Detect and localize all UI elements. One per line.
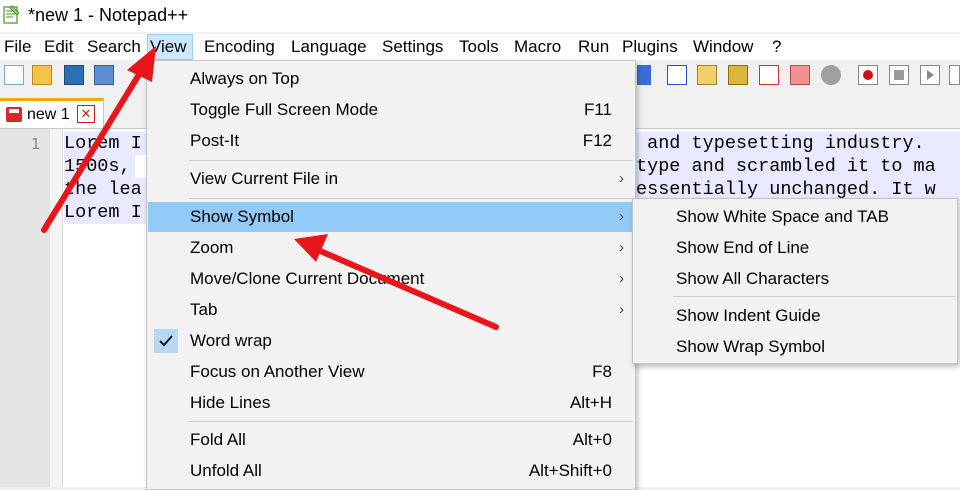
code-line-fragment: type and scrambled it to ma — [636, 155, 960, 178]
menu-item-label: Post-It — [190, 131, 240, 150]
new-file-icon[interactable] — [4, 65, 24, 85]
code-line-fragment: and typesetting industry. — [636, 132, 960, 155]
submenu-item-show-white-space[interactable]: Show White Space and TAB — [634, 202, 956, 232]
menu-item-shortcut: F12 — [582, 131, 612, 150]
menu-item-label: Focus on Another View — [190, 362, 365, 381]
menu-separator — [189, 160, 633, 161]
menu-view[interactable]: View — [147, 34, 193, 60]
tab-label: new 1 — [27, 106, 70, 123]
menu-item-word-wrap[interactable]: Word wrap — [148, 326, 634, 356]
menu-help[interactable]: ? — [770, 34, 783, 60]
menu-item-move-clone-document[interactable]: Move/Clone Current Document › — [148, 264, 634, 294]
close-tab-icon[interactable]: ✕ — [77, 105, 95, 123]
tab-new-1[interactable]: new 1 ✕ — [0, 98, 104, 128]
folder-workspace-icon[interactable] — [790, 65, 810, 85]
menu-item-zoom[interactable]: Zoom › — [148, 233, 634, 263]
menu-item-focus-another-view[interactable]: Focus on Another View F8 — [148, 357, 634, 387]
menu-item-view-current-file-in[interactable]: View Current File in › — [148, 164, 634, 194]
menu-macro[interactable]: Macro — [512, 34, 563, 60]
menu-language[interactable]: Language — [289, 34, 369, 60]
submenu-item-label: Show White Space and TAB — [676, 207, 889, 226]
menu-plugins[interactable]: Plugins — [620, 34, 680, 60]
stop-macro-icon[interactable] — [889, 65, 909, 85]
menu-item-label: Zoom — [190, 238, 234, 257]
menu-edit[interactable]: Edit — [42, 34, 75, 60]
menu-item-always-on-top[interactable]: Always on Top — [148, 64, 634, 94]
submenu-item-show-end-of-line[interactable]: Show End of Line — [634, 233, 956, 263]
code-line: 1500s, — [64, 155, 135, 178]
word-wrap-icon[interactable] — [637, 65, 651, 85]
submenu-arrow-icon: › — [619, 170, 624, 187]
menu-window[interactable]: Window — [691, 34, 755, 60]
submenu-arrow-icon: › — [619, 239, 624, 256]
indent-guide-icon[interactable] — [667, 65, 687, 85]
menu-item-shortcut: Alt+0 — [572, 430, 612, 449]
menu-item-unfold-all[interactable]: Unfold All Alt+Shift+0 — [148, 456, 634, 486]
run-macro-multiple-icon[interactable] — [949, 65, 960, 85]
menu-item-label: Show Symbol — [190, 207, 294, 226]
menu-bar: File Edit Search View Encoding Language … — [0, 34, 960, 60]
submenu-item-label: Show Indent Guide — [676, 306, 821, 325]
menu-settings[interactable]: Settings — [380, 34, 445, 60]
submenu-item-label: Show All Characters — [676, 269, 830, 288]
window-title: *new 1 - Notepad++ — [28, 5, 189, 25]
menu-separator — [673, 296, 955, 297]
menu-item-label: Toggle Full Screen Mode — [190, 100, 379, 119]
open-folder-icon[interactable] — [32, 65, 52, 85]
submenu-arrow-icon: › — [619, 301, 624, 318]
menu-item-show-symbol[interactable]: Show Symbol › — [148, 202, 634, 232]
menu-item-label: Fold All — [190, 430, 246, 449]
title-bar: *new 1 - Notepad++ — [0, 0, 960, 32]
show-symbol-submenu: Show White Space and TAB Show End of Lin… — [632, 198, 958, 364]
menu-item-shortcut: Alt+H — [569, 393, 612, 412]
menu-item-tab[interactable]: Tab › — [148, 295, 634, 325]
menu-item-label: Hide Lines — [190, 393, 271, 412]
document-map-icon[interactable] — [728, 65, 748, 85]
submenu-item-label: Show End of Line — [676, 238, 810, 257]
code-line: Lorem I — [64, 132, 146, 155]
submenu-item-show-all-characters[interactable]: Show All Characters — [634, 264, 956, 294]
menu-run[interactable]: Run — [576, 34, 611, 60]
code-line: the lea — [64, 178, 146, 201]
view-menu-dropdown: Always on Top Toggle Full Screen Mode F1… — [146, 60, 636, 490]
submenu-item-label: Show Wrap Symbol — [676, 337, 825, 356]
menu-encoding[interactable]: Encoding — [202, 34, 277, 60]
submenu-item-show-wrap-symbol[interactable]: Show Wrap Symbol — [634, 332, 956, 362]
menu-item-shortcut: F11 — [583, 100, 612, 119]
menu-item-fold-all[interactable]: Fold All Alt+0 — [148, 425, 634, 455]
line-number: 1 — [30, 135, 40, 153]
submenu-arrow-icon: › — [619, 270, 624, 287]
menu-search[interactable]: Search — [85, 34, 143, 60]
menu-item-toggle-full-screen[interactable]: Toggle Full Screen Mode F11 — [148, 95, 634, 125]
menu-item-shortcut: Alt+Shift+0 — [528, 461, 612, 480]
line-number-gutter: 1 — [0, 129, 63, 487]
code-line: Lorem I — [64, 201, 146, 224]
function-list-icon[interactable] — [759, 65, 779, 85]
menu-item-hide-lines[interactable]: Hide Lines Alt+H — [148, 388, 634, 418]
save-icon[interactable] — [64, 65, 84, 85]
save-all-icon[interactable] — [94, 65, 114, 85]
checkmark-icon — [154, 329, 178, 353]
menu-separator — [189, 198, 633, 199]
submenu-item-show-indent-guide[interactable]: Show Indent Guide — [634, 301, 956, 331]
menu-item-shortcut: F8 — [592, 362, 612, 381]
notepad-plus-plus-icon — [3, 5, 20, 24]
menu-file[interactable]: File — [2, 34, 33, 60]
menu-item-label: Word wrap — [190, 331, 272, 350]
menu-item-label: Move/Clone Current Document — [190, 269, 425, 288]
menu-tools[interactable]: Tools — [457, 34, 501, 60]
monitoring-icon[interactable] — [821, 65, 841, 85]
record-macro-icon[interactable] — [858, 65, 878, 85]
play-macro-icon[interactable] — [920, 65, 940, 85]
menu-item-label: Tab — [190, 300, 218, 319]
unsaved-file-icon — [6, 107, 22, 122]
menu-item-label: View Current File in — [190, 169, 339, 188]
menu-item-label: Always on Top — [190, 69, 300, 88]
menu-separator — [189, 421, 633, 422]
menu-item-post-it[interactable]: Post-It F12 — [148, 126, 634, 156]
fold-margin — [50, 129, 62, 487]
submenu-arrow-icon: › — [619, 208, 624, 225]
menu-item-label: Unfold All — [190, 461, 262, 480]
user-language-icon[interactable] — [697, 65, 717, 85]
